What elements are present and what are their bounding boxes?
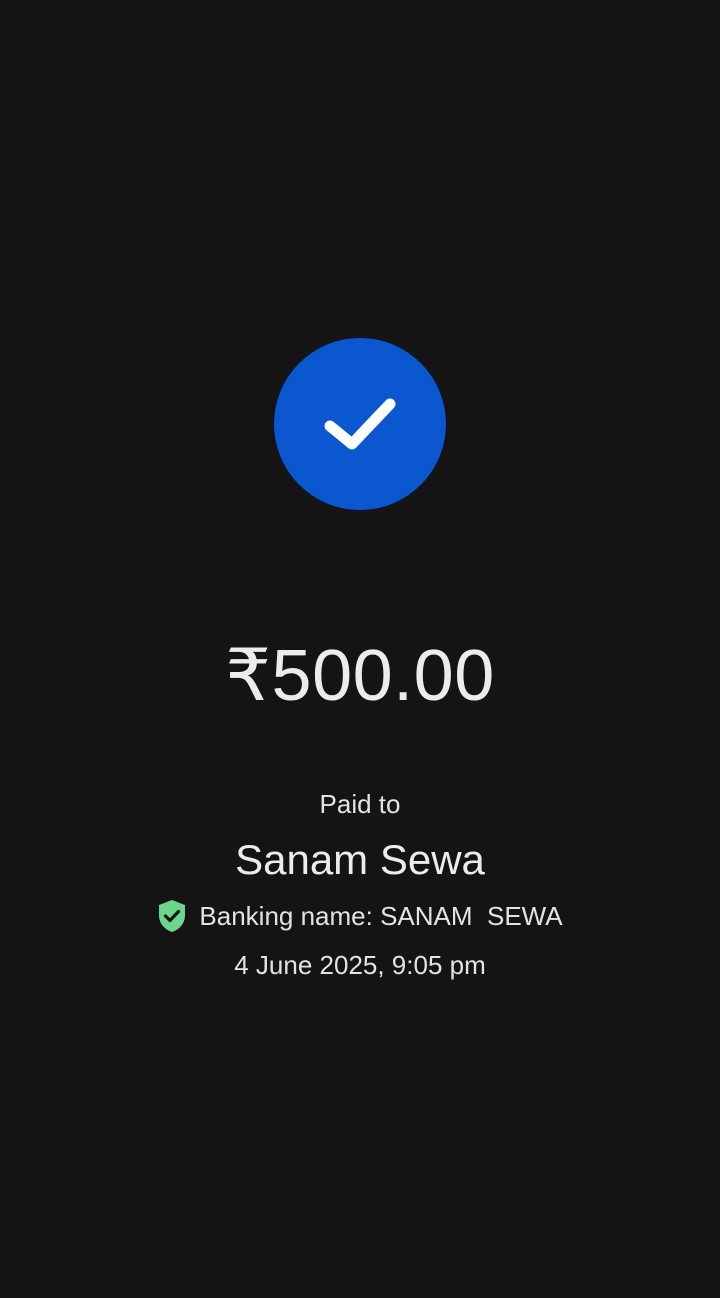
verified-shield-icon: [159, 900, 186, 932]
payment-success-badge: [274, 338, 446, 510]
payment-datetime: 4 June 2025, 9:05 pm: [234, 950, 486, 980]
check-icon: [324, 398, 396, 450]
payee-name: Sanam Sewa: [235, 836, 485, 883]
banking-name-row: Banking name: SANAM SEWA: [0, 898, 720, 934]
banking-name: Banking name: SANAM SEWA: [199, 901, 563, 931]
paid-to-label: Paid to: [319, 789, 401, 819]
payment-amount: ₹500.00: [225, 636, 495, 716]
